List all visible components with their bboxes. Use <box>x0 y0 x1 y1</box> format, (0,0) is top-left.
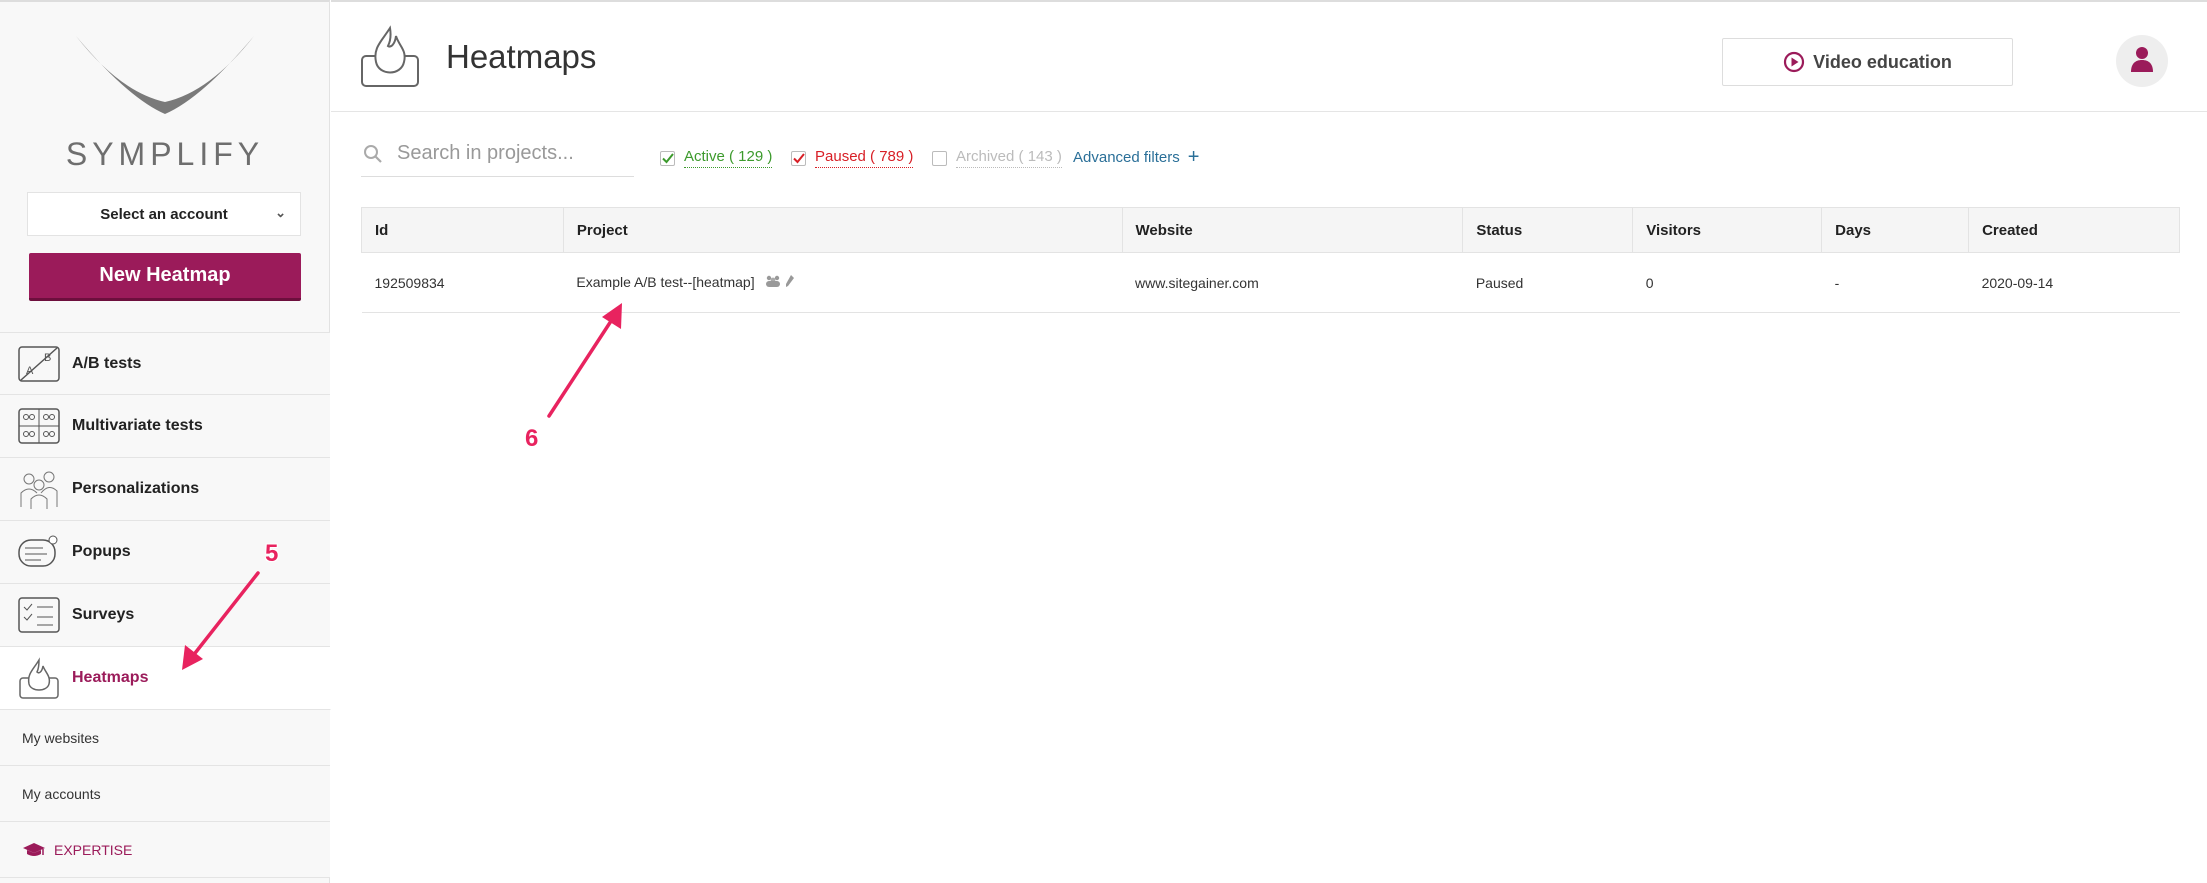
sidebar-item-expertise[interactable]: EXPERTISE <box>0 822 330 878</box>
search-box <box>361 132 634 177</box>
personalization-icon <box>16 466 62 512</box>
sidebar-item-popups[interactable]: Popups <box>0 521 330 584</box>
advanced-filters-label: Advanced filters <box>1073 148 1180 166</box>
table-row[interactable]: 192509834 Example A/B test--[heatmap] ww… <box>361 252 2180 313</box>
sidebar-item-label: My websites <box>22 729 100 746</box>
pencil-icon[interactable] <box>785 274 795 291</box>
play-circle-icon <box>1783 51 1805 73</box>
filter-archived-label: Archived ( 143 ) <box>956 148 1062 168</box>
multivariate-icon <box>16 403 62 449</box>
column-header-project[interactable]: Project <box>562 207 1123 253</box>
sidebar-item-my-websites[interactable]: My websites <box>0 710 330 766</box>
sidebar-item-label: Heatmaps <box>72 669 149 686</box>
filter-bar: Active ( 129 ) Paused ( 789 ) Archived (… <box>361 132 2181 178</box>
project-icons <box>765 274 795 291</box>
video-education-button[interactable]: Video education <box>1722 38 2013 86</box>
sidebar-item-label: EXPERTISE <box>54 841 133 858</box>
project-name-link[interactable]: Example A/B test--[heatmap] <box>576 274 754 290</box>
new-heatmap-button[interactable]: New Heatmap <box>29 253 301 301</box>
sidebar-item-label: Popups <box>72 543 131 560</box>
column-header-visitors[interactable]: Visitors <box>1632 207 1823 253</box>
sidebar-item-label: Multivariate tests <box>72 417 203 434</box>
cell-id: 192509834 <box>361 252 564 313</box>
user-icon <box>2130 45 2154 78</box>
sidebar-item-label: Surveys <box>72 606 135 623</box>
sidebar-item-my-accounts[interactable]: My accounts <box>0 766 330 822</box>
sidebar-item-ab-tests[interactable]: AB A/B tests <box>0 332 330 395</box>
brand-logo[interactable]: SYMPLIFY <box>0 32 330 172</box>
cell-days: - <box>1821 252 1969 313</box>
search-input[interactable] <box>397 136 627 170</box>
filter-paused-label: Paused ( 789 ) <box>815 148 914 168</box>
annotation-label-5: 5 <box>265 540 279 567</box>
account-select[interactable]: Select an account ⌄ <box>27 192 301 236</box>
brand-name: SYMPLIFY <box>65 136 265 172</box>
annotation-arrow-6 <box>547 303 622 418</box>
checkbox-checked-icon <box>791 150 806 166</box>
annotation-label-6: 6 <box>525 425 539 452</box>
table-header-row: Id Project Website Status Visitors Days … <box>361 207 2180 253</box>
cell-visitors: 0 <box>1632 252 1822 313</box>
plus-icon: + <box>1187 146 1200 168</box>
filter-active-label: Active ( 129 ) <box>684 148 773 168</box>
sidebar: SYMPLIFY Select an account ⌄ New Heatmap… <box>0 0 331 883</box>
heatmap-flame-icon <box>359 24 421 95</box>
survey-icon <box>16 592 62 638</box>
group-icon[interactable] <box>765 274 781 291</box>
sidebar-item-label: Personalizations <box>72 480 200 497</box>
projects-table: Id Project Website Status Visitors Days … <box>361 207 2180 313</box>
cell-status: Paused <box>1462 252 1633 313</box>
user-avatar[interactable] <box>2116 35 2168 87</box>
column-header-created[interactable]: Created <box>1968 207 2180 253</box>
popup-icon <box>16 529 62 575</box>
heatmap-flame-icon <box>16 655 62 701</box>
account-select-label: Select an account <box>100 205 228 223</box>
page-title: Heatmaps <box>446 38 597 75</box>
cell-created: 2020-09-14 <box>1968 252 2180 313</box>
sidebar-item-label: A/B tests <box>72 354 142 372</box>
cell-project[interactable]: Example A/B test--[heatmap] <box>563 252 1123 313</box>
filter-archived-checkbox[interactable]: Archived ( 143 ) <box>932 148 1062 168</box>
column-header-days[interactable]: Days <box>1821 207 1970 253</box>
column-header-status[interactable]: Status <box>1462 207 1634 253</box>
sidebar-item-personalizations[interactable]: Personalizations <box>0 458 330 521</box>
column-header-website[interactable]: Website <box>1121 207 1464 253</box>
svg-text:A: A <box>26 365 34 377</box>
svg-text:B: B <box>44 352 51 364</box>
page-header: Heatmaps Video education <box>331 0 2207 112</box>
filter-active-checkbox[interactable]: Active ( 129 ) <box>660 148 773 168</box>
sidebar-item-heatmaps[interactable]: Heatmaps <box>0 647 331 710</box>
checkbox-unchecked-icon <box>932 150 947 166</box>
graduation-cap-icon <box>22 842 46 858</box>
ab-test-icon: AB <box>16 341 62 387</box>
column-header-id[interactable]: Id <box>361 207 564 253</box>
search-icon <box>363 144 383 169</box>
cell-website: www.sitegainer.com <box>1122 252 1463 313</box>
advanced-filters-link[interactable]: Advanced filters + <box>1073 147 1199 167</box>
checkbox-checked-icon <box>660 150 675 166</box>
video-education-label: Video education <box>1813 51 1952 72</box>
sidebar-item-surveys[interactable]: Surveys <box>0 584 330 647</box>
chevron-down-icon: ⌄ <box>275 205 286 220</box>
symplify-v-logo-icon <box>76 36 254 114</box>
filter-paused-checkbox[interactable]: Paused ( 789 ) <box>791 148 914 168</box>
sidebar-item-label: My accounts <box>22 785 101 802</box>
sidebar-nav: AB A/B tests Multivariate tests Personal… <box>0 332 331 878</box>
sidebar-item-multivariate-tests[interactable]: Multivariate tests <box>0 395 330 458</box>
